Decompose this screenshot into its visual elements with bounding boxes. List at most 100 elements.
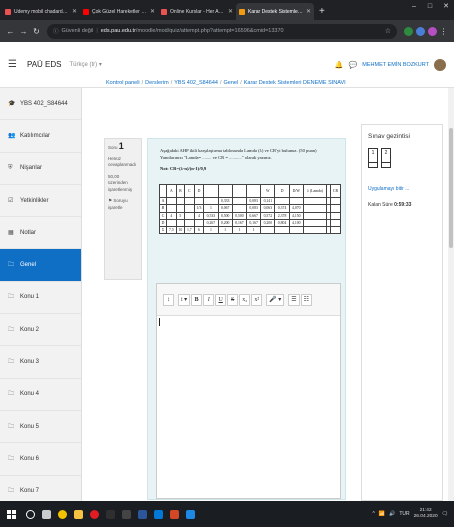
user-name[interactable]: MEHMET EMİN BOZKURT	[362, 62, 429, 68]
answer-editor[interactable]: ↕ i ▾ B I U Sx₂ x² 🎤 ▾ ☰ ☷	[156, 283, 341, 499]
strikethrough-button[interactable]: S	[227, 293, 239, 306]
start-button[interactable]	[0, 501, 22, 527]
drawer-item[interactable]: 🗀 Konu 6	[0, 443, 81, 476]
paragraph-style-button[interactable]: i ▾	[178, 293, 191, 306]
quiz-nav-question-button[interactable]: 2	[381, 148, 391, 168]
breadcrumb-link[interactable]: Kontrol paneli	[106, 80, 140, 86]
drawer-item[interactable]: 🗀 Konu 3	[0, 346, 81, 379]
ordered-list-button[interactable]: ☷	[300, 293, 313, 306]
messages-icon[interactable]: 💬	[349, 61, 358, 69]
drawer-item[interactable]: 🗀 Genel	[0, 249, 81, 282]
keyboard-language[interactable]: TUR	[399, 511, 409, 517]
drawer-item[interactable]: ☑ Yetkinlikler	[0, 185, 81, 218]
minimize-icon[interactable]: –	[406, 0, 422, 14]
bookmark-star-icon[interactable]: ☆	[385, 27, 391, 35]
folder-icon: 🗀	[8, 423, 15, 430]
close-tab-icon[interactable]: ✕	[306, 8, 311, 15]
scrollbar-thumb[interactable]	[449, 128, 453, 248]
drawer-item-label: Notlar	[20, 229, 37, 236]
table-cell	[231, 204, 247, 213]
drawer-item-label: Konu 6	[20, 455, 40, 462]
store-icon[interactable]	[150, 501, 166, 527]
finish-attempt-link[interactable]: Uygulamayı bitir ...	[368, 186, 436, 192]
info-icon[interactable]: ⓘ	[53, 27, 59, 35]
terminal-icon[interactable]	[118, 501, 134, 527]
table-cell: 0,572	[260, 211, 276, 220]
tab-title: Karar Destek Sistemleri DENEMI	[248, 8, 304, 15]
breadcrumb-link[interactable]: Karar Destek Sistemleri DENEME SINAVI	[244, 80, 346, 86]
forward-icon[interactable]: →	[17, 27, 30, 36]
powerpoint-icon[interactable]	[166, 501, 182, 527]
new-tab-button[interactable]: +	[314, 3, 330, 20]
search-icon[interactable]	[22, 501, 38, 527]
volume-icon[interactable]: 🔊	[389, 511, 395, 517]
word-icon[interactable]	[134, 501, 150, 527]
record-audio-button[interactable]: 🎤 ▾	[266, 293, 285, 306]
notification-bell-icon[interactable]: 🔔	[335, 61, 344, 69]
menu-dots-icon[interactable]: ⋮	[437, 27, 450, 36]
browser-tab[interactable]: Çok Güzel Hareketler 2 | Çok Rü✕	[80, 3, 158, 20]
subscript-button[interactable]: x₂	[239, 293, 251, 306]
table-cell	[329, 211, 342, 220]
tabs-container: Udemy mobil chadarda() | Udem✕Çok Güzel …	[2, 3, 314, 20]
drawer-item[interactable]: 🗀 Konu 2	[0, 314, 81, 347]
drawer-item[interactable]: 👥 Katılımcılar	[0, 120, 81, 153]
chrome-icon[interactable]	[54, 501, 70, 527]
tab-favicon-icon	[161, 8, 167, 15]
page-scrollbar[interactable]	[448, 88, 454, 501]
maximize-icon[interactable]: □	[422, 0, 438, 14]
language-selector[interactable]: Türkçe (tr) ▾	[70, 61, 102, 68]
close-tab-icon[interactable]: ✕	[150, 8, 155, 15]
close-window-icon[interactable]: ✕	[438, 0, 454, 14]
app-glyph	[57, 509, 67, 519]
table-cell: 7,5	[166, 226, 177, 235]
bold-button[interactable]: B	[191, 293, 203, 306]
breadcrumb-link[interactable]: Derslerim	[145, 80, 169, 86]
italic-button[interactable]: I	[203, 293, 215, 306]
close-tab-icon[interactable]: ✕	[228, 8, 233, 15]
opera-icon[interactable]	[86, 501, 102, 527]
file-explorer-icon[interactable]	[70, 501, 86, 527]
tray-arrow-icon[interactable]: ^	[373, 511, 375, 517]
drawer-item[interactable]: 🗀 Konu 5	[0, 411, 81, 444]
quiz-nav-question-button[interactable]: 1	[368, 148, 378, 168]
drawer-item[interactable]: 🗀 Konu 1	[0, 282, 81, 315]
answer-textarea[interactable]	[157, 316, 340, 499]
breadcrumb-link[interactable]: Genel	[224, 80, 239, 86]
superscript-button[interactable]: x²	[251, 293, 263, 306]
collapse-toolbar-button[interactable]: ↕	[163, 293, 174, 306]
network-icon[interactable]: 📶	[379, 511, 385, 517]
table-header-cell	[231, 184, 247, 198]
back-icon[interactable]: ←	[4, 27, 17, 36]
flag-question-link[interactable]: ⚑ Soruyu işaretle	[108, 198, 138, 211]
drawer-item[interactable]: 🗀 Konu 7	[0, 476, 81, 501]
mail-icon[interactable]	[182, 501, 198, 527]
drawer-item[interactable]: 🗀 Konu 4	[0, 379, 81, 411]
drawer-item-label: Nişanlar	[20, 165, 43, 172]
table-cell	[302, 196, 328, 206]
underline-button[interactable]: U	[215, 293, 227, 306]
browser-tab[interactable]: Udemy mobil chadarda() | Udem✕	[2, 3, 80, 20]
drawer-item[interactable]: ▦ Notlar	[0, 217, 81, 250]
breadcrumb-link[interactable]: YBS 402_S84644	[174, 80, 218, 86]
app-glyph	[25, 509, 35, 519]
reload-icon[interactable]: ↻	[30, 27, 43, 36]
browser-tab[interactable]: Karar Destek Sistemleri DENEMI✕	[236, 3, 314, 20]
task-view-icon[interactable]	[38, 501, 54, 527]
clock[interactable]: 21:42 26.04.2020	[414, 508, 438, 520]
media-icon[interactable]	[102, 501, 118, 527]
notifications-icon[interactable]: 🗨	[442, 511, 448, 517]
extension-icon[interactable]	[416, 26, 425, 36]
table-cell	[302, 204, 328, 213]
url-field[interactable]: ⓘ Güvenli değil | eds.pau.edu.tr /moodle…	[47, 23, 397, 39]
drawer-item[interactable]: 🎓 YBS 402_S84644	[0, 88, 81, 121]
extension-icon[interactable]	[404, 26, 413, 36]
avatar[interactable]	[434, 58, 446, 71]
site-brand[interactable]: PAÜ EDS	[27, 60, 62, 69]
profile-icon[interactable]	[428, 26, 437, 36]
hamburger-icon[interactable]: ☰	[8, 59, 17, 70]
drawer-item[interactable]: ⛨ Nişanlar	[0, 153, 81, 185]
browser-tab[interactable]: Online Kurslar - Her Aş, Her Yer✕	[158, 3, 236, 20]
close-tab-icon[interactable]: ✕	[72, 8, 77, 15]
unordered-list-button[interactable]: ☰	[288, 293, 300, 306]
